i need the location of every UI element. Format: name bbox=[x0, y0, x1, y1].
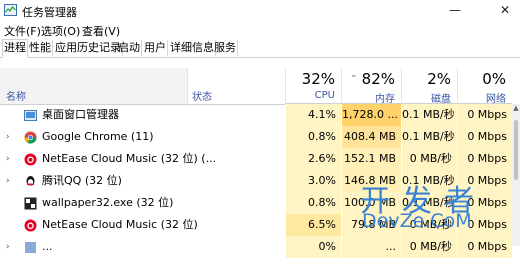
scrollbar-thumb[interactable] bbox=[514, 120, 518, 180]
network-total-pct: 0% bbox=[482, 70, 506, 88]
expand-chevron-icon bbox=[6, 104, 14, 126]
disk-cell: 0 MB/秒 bbox=[401, 148, 457, 170]
watermark: 开发者 DevZe.CoM bbox=[356, 176, 516, 246]
tab-processes[interactable]: 进程 bbox=[2, 39, 28, 58]
process-name-cell: › NetEase Cloud Music (32 位) (... bbox=[0, 148, 216, 170]
tab-services[interactable]: 服务 bbox=[213, 40, 238, 56]
cpu-column-header[interactable]: 32% CPU bbox=[285, 68, 341, 104]
expand-chevron-icon bbox=[6, 214, 14, 236]
name-header-label: 名称 bbox=[6, 92, 26, 103]
menu-options[interactable]: 选项(O) bbox=[41, 23, 80, 39]
disk-total-pct: 2% bbox=[427, 70, 451, 88]
process-name-cell: › 腾讯QQ (32 位) bbox=[0, 170, 187, 192]
process-name-cell: NetEase Cloud Music (32 位) bbox=[0, 214, 198, 236]
window-title: 任务管理器 bbox=[22, 6, 77, 19]
column-header: 名称 状态 32% CPU ⌄ 82% 内存 2% 磁盘 0% 网络 bbox=[0, 60, 520, 105]
status-header-label: 状态 bbox=[192, 92, 212, 103]
cpu-cell: 4.1% bbox=[285, 104, 341, 126]
table-row[interactable]: › NetEase Cloud Music (32 位) (... 2.6% 152.… bbox=[0, 148, 520, 170]
scroll-up-icon[interactable]: ▲ bbox=[512, 104, 520, 114]
cpu-header-label: CPU bbox=[314, 90, 335, 101]
wallpaper-icon bbox=[24, 196, 37, 210]
name-column-header[interactable] bbox=[0, 68, 187, 105]
minimize-button[interactable]: — bbox=[440, 0, 470, 22]
mem-cell: 408.4 MB bbox=[341, 126, 401, 148]
net-cell: 0 Mbps bbox=[457, 148, 512, 170]
menu-bar: 文件(F) 选项(O) 查看(V) bbox=[0, 22, 520, 38]
tab-bar: 进程 性能 应用历史记录 启动 用户 详细信息 服务 bbox=[0, 38, 520, 58]
title-bar: 任务管理器 — ✕ bbox=[0, 0, 520, 22]
memory-total-pct: 82% bbox=[361, 70, 395, 88]
disk-cell: 0.1 MB/秒 bbox=[401, 104, 457, 126]
table-row[interactable]: 桌面窗口管理器 4.1% 1,728.0 ... 0.1 MB/秒 0 Mbps bbox=[0, 104, 520, 126]
menu-file[interactable]: 文件(F) bbox=[4, 23, 41, 39]
expand-chevron-icon bbox=[6, 192, 14, 214]
menu-view[interactable]: 查看(V) bbox=[82, 23, 120, 39]
process-name: ... bbox=[42, 240, 53, 253]
process-name-cell: › Google Chrome (11) bbox=[0, 126, 187, 148]
process-name: NetEase Cloud Music (32 位) (... bbox=[42, 152, 217, 165]
net-cell: 0 Mbps bbox=[457, 104, 512, 126]
process-name: Google Chrome (11) bbox=[42, 130, 154, 143]
cpu-cell: 2.6% bbox=[285, 148, 341, 170]
cpu-cell: 3.0% bbox=[285, 170, 341, 192]
cpu-cell: 6.5% bbox=[285, 214, 341, 236]
disk-cell: 0.1 MB/秒 bbox=[401, 126, 457, 148]
network-header-label: 网络 bbox=[486, 94, 506, 105]
disk-header-label: 磁盘 bbox=[431, 94, 451, 105]
memory-header-label: 内存 bbox=[375, 94, 395, 105]
tab-app-history[interactable]: 应用历史记录 bbox=[54, 40, 123, 56]
cpu-cell: 0.8% bbox=[285, 126, 341, 148]
tab-startup[interactable]: 启动 bbox=[117, 40, 142, 56]
task-manager-icon bbox=[4, 4, 17, 16]
tab-users[interactable]: 用户 bbox=[143, 40, 168, 56]
cpu-cell: 0% bbox=[285, 236, 341, 258]
process-name-cell: 桌面窗口管理器 bbox=[0, 104, 187, 126]
process-name: 腾讯QQ (32 位) bbox=[42, 174, 122, 187]
generic-icon bbox=[24, 240, 37, 253]
process-name-cell: ›... bbox=[0, 236, 187, 258]
expand-chevron-icon[interactable]: › bbox=[6, 148, 14, 170]
process-name: wallpaper32.exe (32 位) bbox=[42, 196, 174, 209]
net-cell: 0 Mbps bbox=[457, 126, 512, 148]
dwm-icon bbox=[24, 108, 37, 121]
mem-cell: 1,728.0 ... bbox=[341, 104, 401, 126]
table-row[interactable]: › Google Chrome (11) 0.8% 408.4 MB 0.1 MB/秒 0… bbox=[0, 126, 520, 148]
close-button[interactable]: ✕ bbox=[490, 0, 520, 22]
expand-chevron-icon[interactable]: › bbox=[6, 126, 14, 148]
network-column-header[interactable]: 0% 网络 bbox=[457, 68, 512, 105]
mem-cell: 152.1 MB bbox=[341, 148, 401, 170]
netease-icon bbox=[24, 218, 37, 232]
cpu-cell: 0.8% bbox=[285, 192, 341, 214]
disk-column-header[interactable]: 2% 磁盘 bbox=[401, 68, 457, 105]
expand-chevron-icon[interactable]: › bbox=[6, 170, 14, 192]
watermark-bottom: DevZe.CoM bbox=[362, 210, 472, 232]
process-name-cell: wallpaper32.exe (32 位) bbox=[0, 192, 187, 214]
process-name: NetEase Cloud Music (32 位) bbox=[42, 218, 198, 231]
qq-icon bbox=[24, 174, 37, 187]
expand-chevron-icon[interactable]: › bbox=[6, 236, 14, 258]
tab-details[interactable]: 详细信息 bbox=[169, 40, 216, 56]
netease-icon bbox=[24, 152, 37, 166]
process-name: 桌面窗口管理器 bbox=[42, 108, 119, 121]
chrome-icon bbox=[24, 130, 37, 144]
tab-performance[interactable]: 性能 bbox=[28, 40, 53, 56]
memory-column-header[interactable]: 82% 内存 bbox=[341, 68, 401, 105]
cpu-total-pct: 32% bbox=[301, 70, 335, 88]
